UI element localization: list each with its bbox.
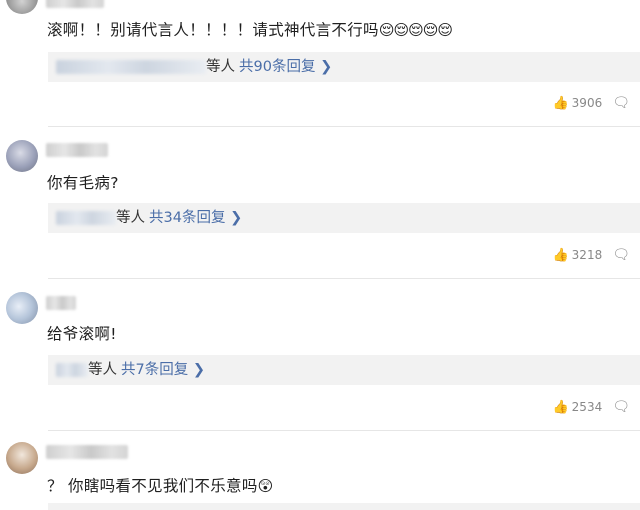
chevron-right-icon: ❯ <box>320 59 333 75</box>
emoji: 😲 <box>257 477 274 495</box>
reply-summary[interactable]: 等人 共90条回复 ❯ <box>48 52 640 82</box>
reply-count-link[interactable]: 共34条回复 ❯ <box>149 210 242 226</box>
avatar[interactable] <box>6 442 38 474</box>
reply-summary[interactable] <box>48 503 640 510</box>
reply-users-redacted <box>56 60 206 74</box>
like-count: 3906 <box>571 96 603 110</box>
username-redacted[interactable] <box>46 296 76 310</box>
reply-summary[interactable]: 等人 共34条回复 ❯ <box>48 203 640 233</box>
comment-text: 滚啊！！别请代言人！！！！请式神代言不行吗😌😌😌😌😌 <box>47 21 453 39</box>
comment-text: 给爷滚啊! <box>47 325 117 343</box>
comment-text: ？ 你瞎吗看不见我们不乐意吗😲 <box>47 477 274 495</box>
username-redacted[interactable] <box>46 0 104 8</box>
like-count: 2534 <box>571 400 603 414</box>
comment-text: 你有毛病? <box>47 174 119 192</box>
avatar[interactable] <box>6 292 38 324</box>
reply-count-link[interactable]: 共7条回复 ❯ <box>121 362 205 378</box>
reply-users-redacted <box>56 363 88 377</box>
chevron-right-icon: ❯ <box>192 362 205 378</box>
reply-count-link[interactable]: 共90条回复 ❯ <box>239 59 332 75</box>
comment-bubble-icon[interactable]: 🗨 <box>612 247 630 263</box>
emoji-row: 😌😌😌😌😌 <box>378 21 453 39</box>
avatar[interactable] <box>6 0 38 14</box>
like-count: 3218 <box>571 248 603 262</box>
comment-bubble-icon[interactable]: 🗨 <box>612 399 630 415</box>
comment-bubble-icon[interactable]: 🗨 <box>612 95 630 111</box>
reply-summary[interactable]: 等人 共7条回复 ❯ <box>48 355 640 385</box>
comment-actions: 👍 3218 🗨 <box>552 247 630 263</box>
chevron-right-icon: ❯ <box>230 210 243 226</box>
avatar[interactable] <box>6 140 38 172</box>
divider <box>48 278 640 279</box>
reply-users-redacted <box>56 211 116 225</box>
comment-actions: 👍 2534 🗨 <box>552 399 630 415</box>
thumbs-up-icon[interactable]: 👍 <box>552 400 568 415</box>
username-redacted[interactable] <box>46 143 108 157</box>
thumbs-up-icon[interactable]: 👍 <box>552 248 568 263</box>
divider <box>48 126 640 127</box>
username-redacted[interactable] <box>46 445 128 459</box>
divider <box>48 430 640 431</box>
comment-actions: 👍 3906 🗨 <box>552 95 630 111</box>
thumbs-up-icon[interactable]: 👍 <box>552 96 568 111</box>
